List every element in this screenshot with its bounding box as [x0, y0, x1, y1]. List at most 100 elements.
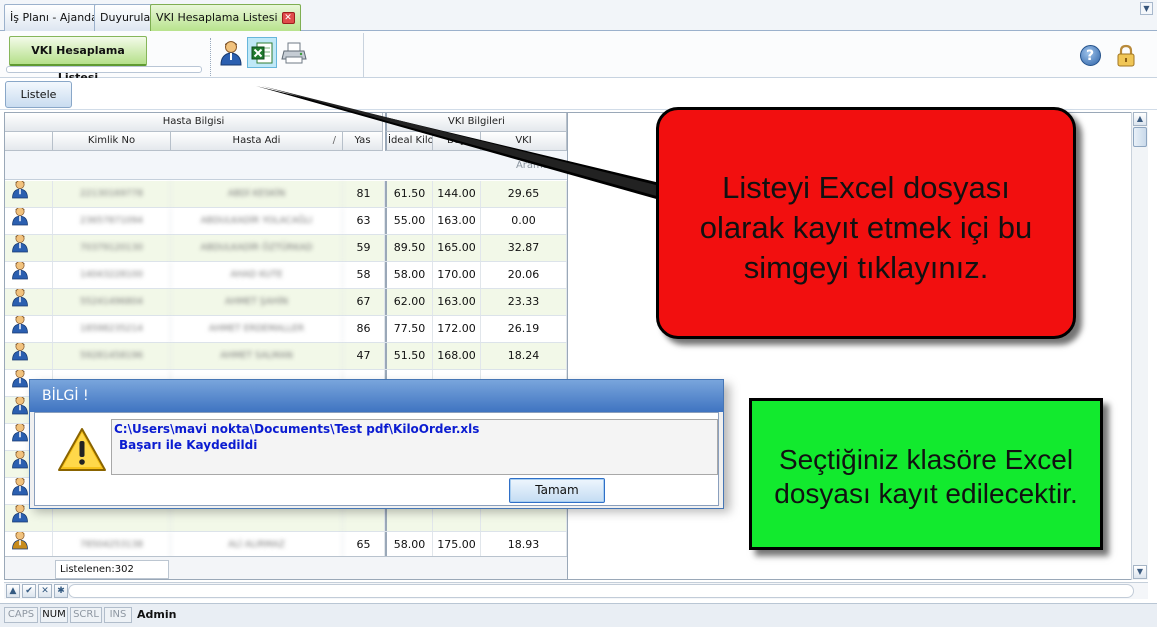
cell-hasta-adi: ABDULKADİR ÖZTÜRKAD	[171, 235, 343, 261]
cell-yas: 47	[343, 343, 385, 369]
user-icon	[220, 40, 242, 65]
panel-title: VKI Hesaplama Listesi	[9, 36, 147, 84]
search-hint: Arama Tu	[515, 160, 563, 171]
column-header-ideal-kilo[interactable]: İdeal Kilo	[385, 132, 433, 151]
table-row[interactable]: 23657871094 ABDULKADİR YOLACAĞLI 63 55.00 16…	[5, 208, 567, 235]
toolbar-separator	[363, 33, 364, 77]
patient-icon	[11, 478, 29, 504]
lock-button[interactable]	[1111, 40, 1141, 71]
column-header-kimlik-no[interactable]: Kimlik No	[53, 132, 171, 151]
red-callout-line: Listeyi Excel dosyası	[722, 170, 1010, 205]
vertical-scrollbar[interactable]: ▲ ▼	[1131, 112, 1148, 580]
cell-ideal-kilo: 62.00	[385, 289, 433, 315]
column-header-boy[interactable]: Boy	[433, 132, 481, 151]
tab-vki-hesaplama-listesi[interactable]: VKI Hesaplama Listesi ✕	[150, 4, 301, 31]
row-indicator	[5, 235, 53, 261]
patient-icon	[11, 316, 29, 342]
column-header-hasta-adi[interactable]: Hasta Adi /	[171, 132, 343, 151]
cell-vki: 32.87	[481, 235, 567, 261]
cell-yas: 67	[343, 289, 385, 315]
nav-up-icon[interactable]: ▲	[6, 584, 20, 598]
cell-boy: 165.00	[433, 235, 481, 261]
horizontal-scrollbar[interactable]	[68, 584, 1134, 598]
cell-ideal-kilo: 58.00	[385, 532, 433, 558]
tab-label: VKI Hesaplama Listesi	[156, 11, 278, 24]
nav-refresh-icon[interactable]: ✱	[54, 584, 68, 598]
info-dialog: BİLGİ ! C:\Users\mavi nokta\Documents\Te…	[29, 379, 724, 509]
scroll-down-icon[interactable]: ▼	[1133, 565, 1147, 579]
warning-icon	[58, 428, 106, 471]
patient-icon	[11, 208, 29, 234]
cell-kimlik-no: 14043228100	[53, 262, 171, 288]
search-row[interactable]: Arama Tu	[5, 151, 567, 180]
cell-kimlik-no: 23657871094	[53, 208, 171, 234]
status-num: NUM	[40, 607, 68, 623]
table-row[interactable]: 18598235214 AHMET ERDEMALLER 86 77.50 172.00…	[5, 316, 567, 343]
list-button[interactable]: Listele	[5, 81, 72, 108]
row-indicator	[5, 532, 53, 558]
column-header-vki[interactable]: VKI	[481, 132, 567, 151]
red-callout-line: simgeyi tıklayınız.	[743, 250, 989, 285]
sub-toolbar	[0, 78, 1157, 110]
cell-hasta-adi: AHMET ERDEMALLER	[171, 316, 343, 342]
cell-yas: 65	[343, 532, 385, 558]
row-indicator	[5, 343, 53, 369]
red-callout-line: olarak kayıt etmek içi bu	[699, 210, 1033, 245]
dialog-file-path: C:\Users\mavi nokta\Documents\Test pdf\K…	[114, 422, 480, 436]
dialog-title[interactable]: BİLGİ !	[30, 380, 723, 412]
help-icon: ?	[1079, 45, 1101, 66]
group-header-hasta-bilgisi: Hasta Bilgisi	[5, 113, 383, 132]
excel-export-button[interactable]	[247, 37, 277, 68]
cell-yas: 81	[343, 181, 385, 207]
ok-button[interactable]: Tamam	[509, 478, 605, 503]
patient-icon	[11, 181, 29, 207]
status-caps: CAPS	[4, 607, 38, 623]
table-row[interactable]: 55241496804 AHMET ŞAHİN 67 62.00 163.00 23.33	[5, 289, 567, 316]
cell-vki: 18.93	[481, 532, 567, 558]
patient-icon	[11, 289, 29, 315]
cell-hasta-adi: ALİ ALIRMAZ	[171, 532, 343, 558]
cell-kimlik-no: 70379120130	[53, 235, 171, 261]
cell-vki: 26.19	[481, 316, 567, 342]
column-header-indicator[interactable]	[5, 132, 53, 151]
navigator-bar: ▲ ✔ ✕ ✱	[4, 582, 1148, 599]
nav-cancel-icon[interactable]: ✕	[38, 584, 52, 598]
scroll-up-icon[interactable]: ▲	[1133, 112, 1147, 126]
row-indicator	[5, 289, 53, 315]
user-button[interactable]	[216, 37, 246, 68]
cell-ideal-kilo: 58.00	[385, 262, 433, 288]
green-callout-line: dosyası kayıt edilecektir.	[774, 478, 1078, 509]
red-callout: Listeyi Excel dosyası olarak kayıt etmek…	[656, 107, 1076, 339]
dialog-message: Başarı ile Kaydedildi	[119, 438, 258, 452]
tab-dropdown-icon[interactable]: ▼	[1140, 2, 1153, 15]
cell-vki: 0.00	[481, 208, 567, 234]
cell-hasta-adi: AHMET ŞAHİN	[171, 289, 343, 315]
sort-indicator-icon: /	[332, 135, 336, 146]
table-row[interactable]: 70379120130 ABDULKADİR ÖZTÜRKAD 59 89.50 165…	[5, 235, 567, 262]
cell-boy: 170.00	[433, 262, 481, 288]
patient-icon	[11, 451, 29, 477]
row-indicator	[5, 316, 53, 342]
patient-icon	[11, 235, 29, 261]
nav-post-icon[interactable]: ✔	[22, 584, 36, 598]
cell-vki: 29.65	[481, 181, 567, 207]
help-button[interactable]: ?	[1075, 40, 1105, 71]
cell-kimlik-no: 22130169778	[53, 181, 171, 207]
panel-underline	[6, 66, 202, 73]
patient-icon	[11, 343, 29, 369]
tab-strip: İş Planı - Ajanda Duyurular VKI Hesaplam…	[0, 0, 1157, 31]
table-row[interactable]: 22130169778 ABDİ KESKİN 81 61.50 144.00 29.65	[5, 181, 567, 208]
tab-is-plani-ajanda[interactable]: İş Planı - Ajanda	[4, 4, 104, 31]
cell-ideal-kilo: 89.50	[385, 235, 433, 261]
table-row[interactable]: 14043228100 AHAD KUTE 58 58.00 170.00 20.06	[5, 262, 567, 289]
scroll-thumb[interactable]	[1133, 127, 1147, 147]
ok-label: Tamam	[535, 483, 579, 497]
close-icon[interactable]: ✕	[281, 12, 295, 24]
column-header-yas[interactable]: Yas	[343, 132, 383, 151]
cell-ideal-kilo: 77.50	[385, 316, 433, 342]
cell-boy: 172.00	[433, 316, 481, 342]
print-button[interactable]	[279, 37, 309, 68]
table-row[interactable]: 59281458196 AHMET SALMAN 47 51.50 168.00 18.2…	[5, 343, 567, 370]
status-scrl: SCRL	[70, 607, 102, 623]
table-row[interactable]: 78504253138 ALİ ALIRMAZ 65 58.00 175.00 18.93	[5, 532, 567, 559]
